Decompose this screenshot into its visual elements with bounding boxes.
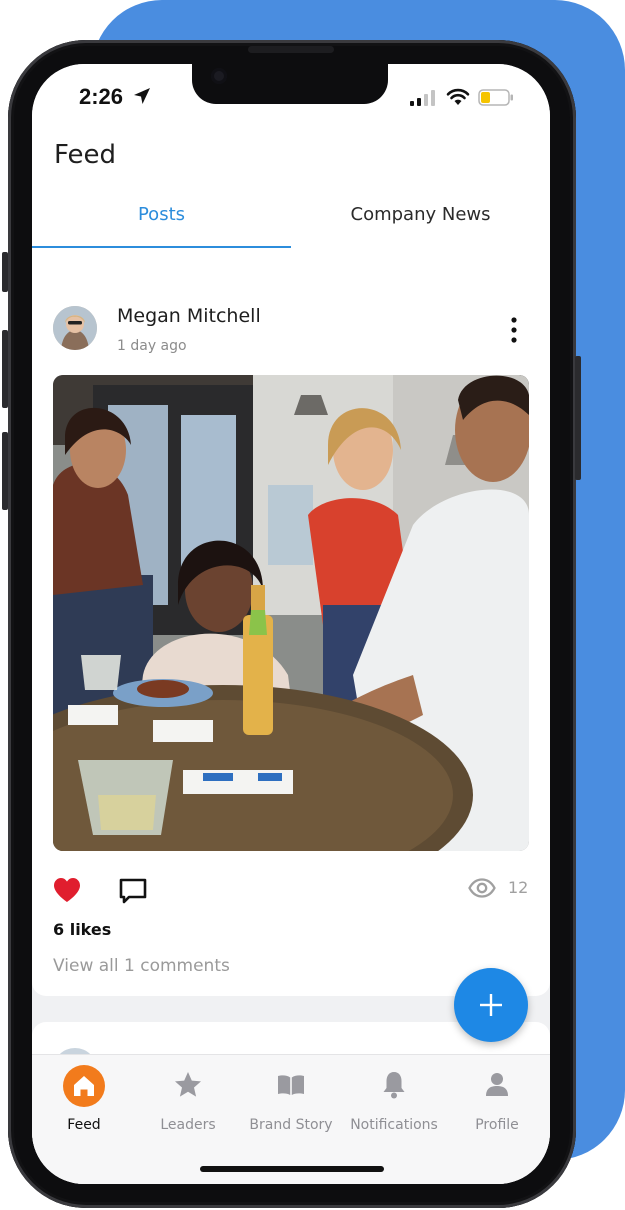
location-arrow-icon [134,88,150,104]
star-icon-wrap [168,1065,208,1105]
home-icon [74,1076,94,1096]
view-count: 12 [508,878,529,897]
bell-icon [383,1072,405,1099]
plus-icon [480,994,502,1016]
nav-label-feed: Feed [67,1117,101,1133]
bell-icon-wrap [374,1065,414,1105]
post-author-name[interactable]: Megan Mitchell [117,305,261,327]
nav-item-brand-story[interactable]: Brand Story [239,1065,343,1135]
post-card: Megan Mitchell 1 day ago 12 6 likes View… [32,280,550,996]
side-button [2,252,8,292]
battery-icon [478,89,513,106]
comment-icon[interactable] [118,877,148,905]
post-photo[interactable] [53,375,529,851]
person-icon-wrap [477,1065,517,1105]
nav-item-notifications[interactable]: Notifications [342,1065,446,1135]
nav-label-notifications: Notifications [350,1117,438,1133]
wifi-icon [446,88,470,105]
active-home-indicator [63,1065,105,1107]
views-eye-icon [468,878,496,898]
front-camera [211,68,227,84]
nav-item-profile[interactable]: Profile [445,1065,549,1135]
volume-up-button [2,330,8,408]
speaker-grille [248,46,334,53]
nav-label-profile: Profile [475,1117,519,1133]
post-photo-illustration [53,375,529,851]
like-heart-icon[interactable] [52,876,82,904]
status-time: 2:26 [79,84,124,109]
book-icon [278,1075,304,1095]
app-screen: 2:26 Feed Posts Company News Megan Mitch… [32,64,550,1184]
tab-company-news[interactable]: Company News [291,204,550,225]
nav-label-brand-story: Brand Story [249,1117,333,1133]
page-title: Feed [54,140,117,170]
post-timestamp: 1 day ago [117,338,187,354]
volume-down-button [2,432,8,510]
nav-label-leaders: Leaders [160,1117,216,1133]
power-button [575,356,581,480]
nav-item-feed[interactable]: Feed [32,1065,136,1135]
person-icon [486,1073,508,1096]
view-comments-link[interactable]: View all 1 comments [53,956,230,976]
tab-posts[interactable]: Posts [32,204,291,225]
active-tab-indicator [32,246,291,248]
home-indicator-bar [200,1166,384,1172]
more-options-icon[interactable] [506,316,522,344]
star-icon [175,1072,201,1097]
cell-signal-icon [410,90,435,106]
nav-item-leaders[interactable]: Leaders [136,1065,240,1135]
avatar[interactable] [53,306,97,350]
create-post-button[interactable] [454,968,528,1042]
likes-count[interactable]: 6 likes [53,920,111,939]
bottom-navigation: Feed Leaders Brand Story Notifications P… [32,1054,550,1184]
book-icon-wrap [271,1065,311,1105]
